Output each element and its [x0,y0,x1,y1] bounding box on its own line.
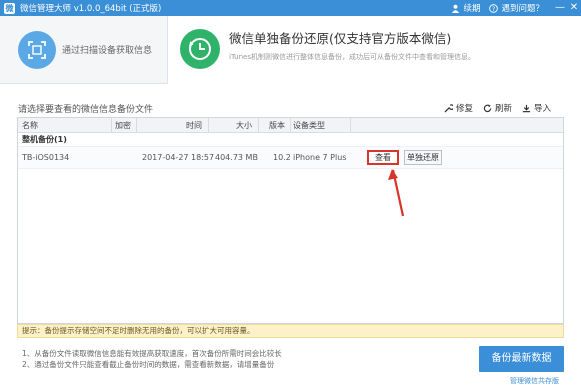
close-button[interactable]: ✕ [567,0,581,16]
note-line: 2、通过备份文件只能查看截止备份时间的数据，需查看新数据，请增量备份 [22,360,275,369]
table-row[interactable]: TB-iOS0134 2017-04-27 18:57 404.73 MB 10… [18,147,563,169]
notes: 1、从备份文件读取微信信息能有效提高获取速度，首次备份所需时间会比较长 2、通过… [22,348,282,370]
tab-backup-subtitle: iTunes机制则微信进行整体信息备份，成功后可从备份文件中查看和管理信息。 [229,53,475,61]
repair-label: 修复 [455,104,473,114]
wrench-icon [444,103,453,113]
column-size: 大小 [236,121,252,130]
tab-scan-device[interactable]: 通过扫描设备获取信息 [0,16,168,84]
column-name: 名称 [22,121,38,130]
row-device: iPhone 7 Plus [293,153,347,162]
refresh-icon [483,103,492,112]
app-logo-icon: 微 [4,2,15,14]
repair-button[interactable]: 修复 [444,102,473,114]
backup-actions: 修复 刷新 导入 [434,102,551,114]
view-button[interactable]: 查看 [367,150,399,165]
column-encrypted: 加密 [115,121,131,130]
column-time: 时间 [186,121,202,130]
import-button[interactable]: 导入 [522,102,551,114]
tab-scan-label: 通过扫描设备获取信息 [62,46,153,56]
restore-clock-icon [180,29,220,69]
single-restore-button[interactable]: 单独还原 [404,150,442,165]
column-divider [350,118,351,133]
group-full-backup[interactable]: 整机备份(1) [18,133,563,147]
table-header: 名称 加密 时间 大小 版本 设备类型 [18,118,563,133]
refresh-label: 刷新 [494,104,512,114]
window-title: 微信管理大师 v1.0.0_64bit (正式版) [20,4,162,14]
column-divider [208,118,209,133]
titlebar-actions: 续期 ? 遇到问题？ — ✕ [451,0,581,16]
annotation-arrow-icon [388,169,405,217]
renew-label: 续期 [463,4,481,14]
row-version: 10.2 [273,153,291,162]
help-label: 遇到问题？ [501,4,544,14]
help-link[interactable]: ? 遇到问题？ [489,2,544,14]
svg-text:?: ? [492,5,495,12]
help-icon: ? [489,3,499,12]
column-divider [111,118,112,133]
row-time: 2017-04-27 18:57 [142,153,215,162]
refresh-button[interactable]: 刷新 [483,102,512,114]
scan-icon [18,31,56,69]
import-icon [522,104,531,112]
tab-backup-restore[interactable]: 微信单独备份还原(仅支持官方版本微信) iTunes机制则微信进行整体信息备份，… [168,16,581,84]
title-bar: 微 微信管理大师 v1.0.0_64bit (正式版) 续期 ? 遇到问题？ —… [0,0,581,16]
renew-link[interactable]: 续期 [451,2,480,14]
tab-backup-title: 微信单独备份还原(仅支持官方版本微信) [229,31,452,46]
manage-coexist-link[interactable]: 管理微信共存版 [510,376,559,386]
backup-latest-button[interactable]: 备份最新数据 [479,346,564,372]
mode-tabs: 通过扫描设备获取信息 微信单独备份还原(仅支持官方版本微信) iTunes机制则… [0,16,581,84]
note-line: 1、从备份文件读取微信信息能有效提高获取速度，首次备份所需时间会比较长 [22,349,282,358]
column-divider [136,118,137,133]
column-divider [258,118,259,133]
row-name: TB-iOS0134 [22,153,70,162]
import-label: 导入 [533,104,551,114]
column-version: 版本 [269,121,285,130]
column-divider [290,118,291,133]
row-size: 404.73 MB [215,153,258,162]
section-title: 请选择要查看的微信信息备份文件 [18,105,154,115]
storage-hint: 提示：备份提示存储空间不足时删除无用的备份，可以扩大可用容量。 [17,324,564,338]
user-icon [452,4,460,13]
column-device: 设备类型 [293,121,325,130]
backup-table: 名称 加密 时间 大小 版本 设备类型 整机备份(1) TB-iOS0134 2… [17,117,564,324]
minimize-button[interactable]: — [553,0,567,16]
